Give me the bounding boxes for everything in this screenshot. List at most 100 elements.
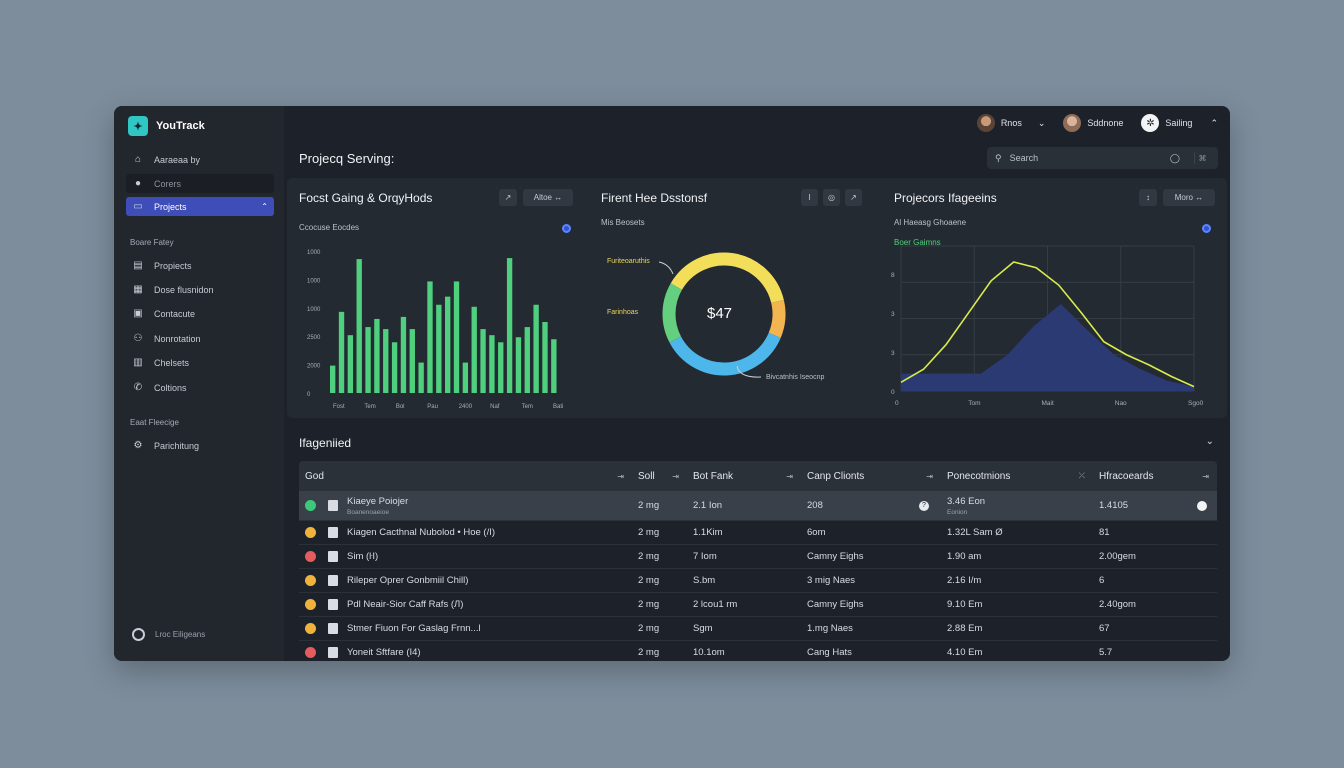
user-menu-1[interactable]: Rnos ⌄ (976, 114, 1045, 132)
cell-value: Camny Eighs (807, 599, 864, 610)
y-tick-label: 3 (891, 350, 895, 357)
table-row[interactable]: Yoneit Sftfare (I4) 2 mg 10.1om Cang Hats 4.… (299, 641, 1217, 661)
status-icon (305, 647, 316, 658)
file-icon (328, 647, 338, 658)
column-header[interactable]: Ponecotmions ⤫ (941, 461, 1093, 491)
table-row[interactable]: Rileper Oprer Gonbmiil Chill) 2 mg S.bm 3 m… (299, 569, 1217, 593)
bar (383, 329, 389, 393)
row-name[interactable]: Pdl Neair-Sior Caff Rafs (Л) (347, 599, 463, 610)
cell-soll: 2 mg (632, 545, 687, 568)
bar (471, 306, 477, 393)
sidebar-item-coltions[interactable]: ✆ Coltions (126, 378, 274, 397)
sort-icon[interactable]: ⤫ (1079, 471, 1085, 481)
user-menu-3[interactable]: ✲ Sailing (1141, 114, 1192, 132)
search-input[interactable]: Search (1010, 153, 1039, 163)
donut-chart (658, 252, 786, 378)
row-name[interactable]: Yoneit Sftfare (I4) (347, 647, 421, 658)
row-name[interactable]: Kiagen Cacthnal Nubolod • Hoe (/I) (347, 527, 495, 538)
sidebar-item-contacute[interactable]: ▣ Contacute (126, 304, 274, 323)
sidebar-item-home[interactable]: ⌂ Aaraeaa by (126, 150, 274, 169)
x-tick-label: 2400 (459, 404, 473, 410)
table-row[interactable]: Kiaeye Poiojer Boanenoaeioe 2 mg 2.1 Ion 208… (299, 491, 1217, 521)
column-header[interactable]: God ⇥ (299, 461, 632, 491)
sidebar-section-label: Boare Fatey (130, 238, 174, 247)
clear-icon[interactable]: ◯ (1170, 153, 1180, 164)
name-wrap: Rileper Oprer Gonbmiil Chill) (347, 575, 468, 586)
cell-pone: 9.10 Em (941, 593, 1093, 616)
cell-value: 6om (807, 527, 826, 538)
column-header[interactable]: Canp Clionts ⇥ (801, 461, 941, 491)
sidebar-footer[interactable]: Lroc Eiligeans (132, 628, 205, 641)
bar (347, 335, 354, 393)
cell-value: 1.4105 (1099, 500, 1129, 511)
data-table: God ⇥ Soll ⇥ Bot Fank ⇥ Canp Clionts ⇥ Ponec… (299, 461, 1217, 661)
name-wrap: Stmer Fiuon For Gaslag Frnn...l (347, 623, 481, 634)
sidebar-item-label: Coltions (154, 382, 187, 393)
name-wrap: Pdl Neair-Sior Caff Rafs (Л) (347, 599, 463, 610)
sidebar-item-parichitung[interactable]: ⚙ Parichitung (126, 436, 274, 455)
sort-icon[interactable]: ⇥ (926, 472, 933, 481)
search-box[interactable]: ⚲ Search ◯ ⌘ (987, 147, 1218, 169)
table-row[interactable]: Sim (ŀI) 2 mg 7 Іom Camny Eighs 1.90 am 2.00g… (299, 545, 1217, 569)
sort-icon[interactable]: ⇥ (617, 472, 624, 481)
column-header[interactable]: Soll ⇥ (632, 461, 687, 491)
help-icon[interactable]: ? (919, 500, 929, 511)
search-icon: ⚲ (995, 152, 1002, 163)
app-window: ✦ YouTrack ⌂ Aaraeaa by ● Corers ▭ Proje… (114, 106, 1230, 661)
chevron-up-icon: ⌃ (261, 202, 268, 211)
sidebar-footer-label: Lroc Eiligeans (155, 630, 206, 639)
cell-soll: 2 mg (632, 617, 687, 640)
sort-icon[interactable]: ⇥ (672, 472, 679, 481)
cell-soll: 2 mg (632, 569, 687, 592)
cell-bot: 7 Іom (687, 545, 801, 568)
radio-indicator-icon[interactable] (1197, 500, 1207, 511)
group-icon: ⚇ (133, 333, 143, 344)
sidebar-item-corers[interactable]: ● Corers (126, 174, 274, 193)
cell-pone: 2.16 I/m (941, 569, 1093, 592)
header-label: God (305, 470, 324, 482)
sidebar-item-propiects[interactable]: ▤ Propiects (126, 256, 274, 275)
sidebar-item-nonrotation[interactable]: ⚇ Nonrotation (126, 329, 274, 348)
table-row[interactable]: Pdl Neair-Sior Caff Rafs (Л) 2 mg 2 lcou1 … (299, 593, 1217, 617)
sidebar-item-projects[interactable]: ▭ Projects ⌃ (126, 197, 274, 216)
cell-value: 2 lcou1 rm (693, 599, 738, 610)
donut-center-value: $47 (707, 305, 733, 322)
cell-value: Sgm (693, 623, 713, 634)
sidebar-item-dose[interactable]: ▦ Dose flusnidon (126, 280, 274, 299)
donut-slice (768, 299, 786, 338)
topbar: Rnos ⌄ Sddnone ✲ Sailing ⌃ (976, 114, 1218, 132)
table-row[interactable]: Kiagen Cacthnal Nubolod • Hoe (/I) 2 mg 1.… (299, 521, 1217, 545)
cell-camp: Camny Eighs (801, 545, 941, 568)
y-tick-label: 8 (891, 272, 895, 279)
cell-soll: 2 mg (632, 491, 687, 520)
cell-camp: 3 mig Naes (801, 569, 941, 592)
cell-bot: Sgm (687, 617, 801, 640)
row-name[interactable]: Stmer Fiuon For Gaslag Frnn...l (347, 623, 481, 634)
cell-soll: 2 mg (632, 593, 687, 616)
user-menu-2[interactable]: Sddnone (1063, 114, 1123, 132)
cell-value: 3.46 Eon (947, 495, 986, 507)
column-header[interactable]: Hfracoeards ⇥ (1093, 461, 1217, 491)
bar (480, 329, 486, 393)
sort-icon[interactable]: ⇥ (786, 472, 793, 481)
brand[interactable]: ✦ YouTrack (128, 116, 205, 136)
cell-hfr: 1.4105 (1093, 491, 1217, 520)
column-header[interactable]: Bot Fank ⇥ (687, 461, 801, 491)
sort-icon[interactable]: ⇥ (1202, 472, 1209, 481)
cell-value: 2 mg (638, 500, 660, 511)
row-name[interactable]: Rileper Oprer Gonbmiil Chill) (347, 575, 468, 586)
cell-pone: 2.88 Em (941, 617, 1093, 640)
sidebar-item-label: Propiects (154, 260, 192, 271)
cell-bot: 2 lcou1 rm (687, 593, 801, 616)
row-name[interactable]: Kiaeye Poiojer (347, 496, 408, 507)
cell-value: 6 (1099, 575, 1105, 586)
area-chart-panel: Projecors Ifageeins ↕ Moro ↔ Al Haeasg G… (889, 178, 1227, 418)
cell-value: 2 mg (638, 599, 660, 610)
chevron-down-icon[interactable]: ⌄ (1206, 436, 1214, 447)
table-row[interactable]: Stmer Fiuon For Gaslag Frnn...l 2 mg Sgm 1.… (299, 617, 1217, 641)
sidebar-item-chelsets[interactable]: ▥ Chelsets (126, 353, 274, 372)
x-tick-label: Tom (968, 400, 980, 407)
row-name[interactable]: Sim (ŀI) (347, 551, 378, 562)
area-chart: 8 3 3 00 Tom Mait Nao Sgo0 (891, 245, 1204, 407)
chevron-up-icon[interactable]: ⌃ (1210, 118, 1218, 129)
